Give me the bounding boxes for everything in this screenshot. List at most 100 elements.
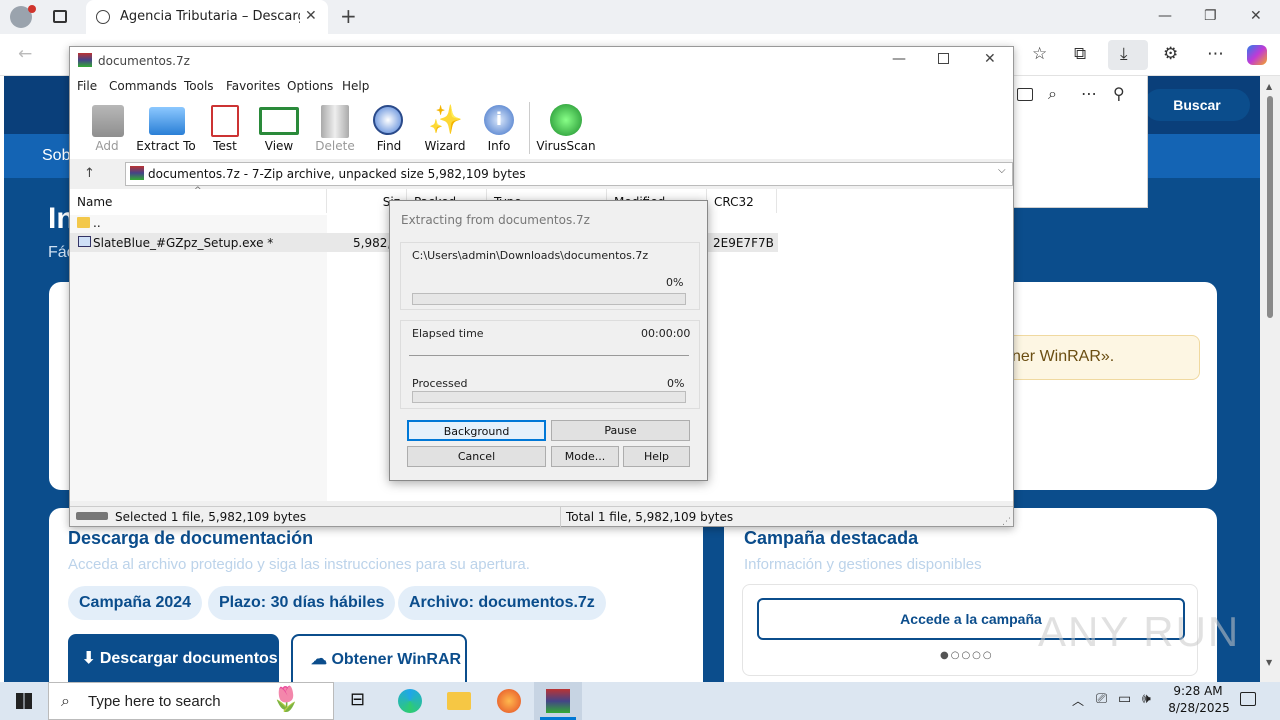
winrar-app-icon [78, 53, 92, 67]
winrar-icon: ☁ [311, 651, 332, 668]
extract-folder-icon [149, 107, 185, 135]
volume-icon[interactable]: 🕪 [1142, 691, 1151, 707]
download-icon: ⤓ [1120, 44, 1128, 64]
page-scrollbar[interactable]: ▲ ▼ [1260, 76, 1280, 682]
folder-icon[interactable] [1017, 88, 1033, 101]
network-icon[interactable]: ▭ [1118, 691, 1131, 707]
favorite-star-icon[interactable]: ☆ [1032, 44, 1047, 64]
winrar-statusbar: Selected 1 file, 5,982,109 bytes Total 1… [70, 506, 1013, 527]
archive-path: C:\Users\admin\Downloads\documentos.7z [412, 249, 649, 262]
tray-device-icon[interactable]: ⎚ [1096, 691, 1107, 707]
dialog-title: Extracting from documentos.7z [401, 213, 590, 227]
watermark: ANY RUN [1038, 608, 1241, 655]
pill-campaign: Campaña 2024 [68, 586, 203, 620]
winrar-close-icon[interactable]: ✕ [984, 51, 996, 67]
copilot-icon[interactable] [1247, 45, 1267, 65]
menu-tools[interactable]: Tools [184, 79, 214, 93]
view-book-icon [259, 107, 299, 135]
pill-deadline: Plazo: 30 días hábiles [208, 586, 396, 620]
list-item-name[interactable]: SlateBlue_#GZpz_Setup.exe * [93, 236, 273, 250]
get-winrar-label: Obtener WinRAR [331, 651, 462, 668]
col-crc32[interactable]: CRC32 [707, 189, 777, 213]
browser-side-panel: ⌕ ⋯ ⚲ [1012, 76, 1148, 208]
scroll-down-icon[interactable]: ▼ [1266, 658, 1272, 667]
campaign-card-subtitle: Información y gestiones disponibles [744, 556, 982, 573]
drive-icon [76, 512, 108, 520]
taskbar: ⌕ Type here to search 🌷 ⊟ ︿ ⎚ ▭ 🕪 9:28 A… [0, 682, 1280, 720]
list-item-parent[interactable]: .. [93, 216, 101, 230]
clock-time[interactable]: 9:28 AM [1170, 684, 1226, 698]
scroll-thumb[interactable] [1267, 96, 1273, 318]
download-documents-button[interactable]: ⬇ Descargar documentos [68, 634, 279, 682]
download-card-subtitle: Acceda al archivo protegido y siga las i… [68, 556, 530, 573]
browser-tab-bar: Agencia Tributaria – Descarga de ✕ + — ❐… [0, 0, 1280, 34]
mode-button[interactable]: Mode... [551, 446, 619, 467]
menu-help[interactable]: Help [342, 79, 369, 93]
pause-button[interactable]: Pause [551, 420, 690, 441]
winrar-titlebar [70, 47, 1013, 75]
toolbar-separator [529, 102, 530, 154]
extract-dialog: Extracting from documentos.7z C:\Users\a… [389, 200, 708, 481]
up-folder-icon[interactable]: ↑ [84, 166, 95, 181]
taskbar-search-placeholder: Type here to search [88, 693, 221, 710]
firefox-icon[interactable] [497, 689, 521, 713]
nav-item[interactable]: Sob [42, 147, 70, 165]
task-view-icon[interactable]: ⊟ [350, 689, 365, 710]
toolbar-virusscan[interactable]: VirusScan [531, 139, 601, 153]
winrar-taskbar-icon [546, 689, 570, 713]
help-button[interactable]: Help [623, 446, 690, 467]
notifications-icon[interactable] [1240, 692, 1256, 706]
file-progress-group: C:\Users\admin\Downloads\documentos.7z 0… [400, 242, 700, 310]
cancel-button[interactable]: Cancel [407, 446, 546, 467]
winrar-maximize-icon[interactable] [938, 53, 949, 64]
search-icon[interactable]: ⌕ [1048, 84, 1057, 104]
back-icon[interactable]: ← [18, 44, 32, 64]
more-icon[interactable]: ⋯ [1081, 84, 1097, 103]
tab-close-icon[interactable]: ✕ [305, 8, 317, 24]
start-icon[interactable] [16, 693, 32, 709]
tab-actions-icon[interactable] [53, 10, 67, 23]
address-bar[interactable]: documentos.7z - 7-Zip archive, unpacked … [125, 162, 1013, 186]
collections-icon[interactable]: ⧉ [1074, 44, 1086, 64]
processed-progress-bar [412, 391, 686, 403]
get-winrar-button[interactable]: ☁ Obtener WinRAR [291, 634, 467, 682]
menu-favorites[interactable]: Favorites [226, 79, 280, 93]
elapsed-label: Elapsed time [412, 327, 484, 340]
file-percent: 0% [666, 276, 684, 289]
search-icon: ⌕ [61, 691, 70, 710]
tray-chevron-icon[interactable]: ︿ [1072, 692, 1084, 709]
close-icon[interactable]: ✕ [1250, 8, 1262, 24]
winrar-title: documentos.7z [98, 54, 190, 68]
restore-icon[interactable]: ❐ [1204, 8, 1217, 24]
toolbar-info[interactable]: Info [464, 139, 534, 153]
background-button[interactable]: Background [407, 420, 546, 441]
scroll-up-icon[interactable]: ▲ [1266, 82, 1272, 91]
archive-icon [130, 166, 144, 180]
menu-options[interactable]: Options [287, 79, 333, 93]
clock-date[interactable]: 8/28/2025 [1166, 701, 1232, 715]
edge-icon[interactable] [398, 689, 422, 713]
taskbar-search[interactable]: ⌕ Type here to search 🌷 [48, 682, 334, 720]
resize-grip-icon[interactable]: ⋰ [1002, 513, 1011, 532]
carousel-dots[interactable]: ●○○○○ [940, 650, 994, 661]
address-dropdown-icon[interactable]: ⌵ [998, 165, 1006, 176]
notice-text: ner WinRAR». [1012, 348, 1115, 365]
tab-title: Agencia Tributaria – Descarga de [120, 9, 300, 24]
processed-percent: 0% [667, 377, 685, 390]
downloads-button[interactable] [1108, 40, 1148, 70]
winrar-minimize-icon[interactable]: — [892, 51, 906, 67]
pin-icon[interactable]: ⚲ [1113, 84, 1125, 103]
menu-commands[interactable]: Commands [109, 79, 177, 93]
folder-icon [77, 217, 90, 228]
elapsed-value: 00:00:00 [641, 327, 691, 340]
file-explorer-icon[interactable] [447, 692, 471, 710]
add-icon [92, 105, 124, 137]
minimize-icon[interactable]: — [1158, 8, 1172, 24]
sort-arrow-icon: ^ [194, 186, 202, 196]
search-button[interactable]: Buscar [1144, 89, 1250, 121]
menu-file[interactable]: File [77, 79, 97, 93]
more-menu-icon[interactable]: ⋯ [1207, 44, 1224, 64]
new-tab-icon[interactable]: + [340, 4, 357, 28]
name-column-shade [70, 215, 327, 501]
extensions-icon[interactable]: ⚙ [1163, 44, 1178, 64]
